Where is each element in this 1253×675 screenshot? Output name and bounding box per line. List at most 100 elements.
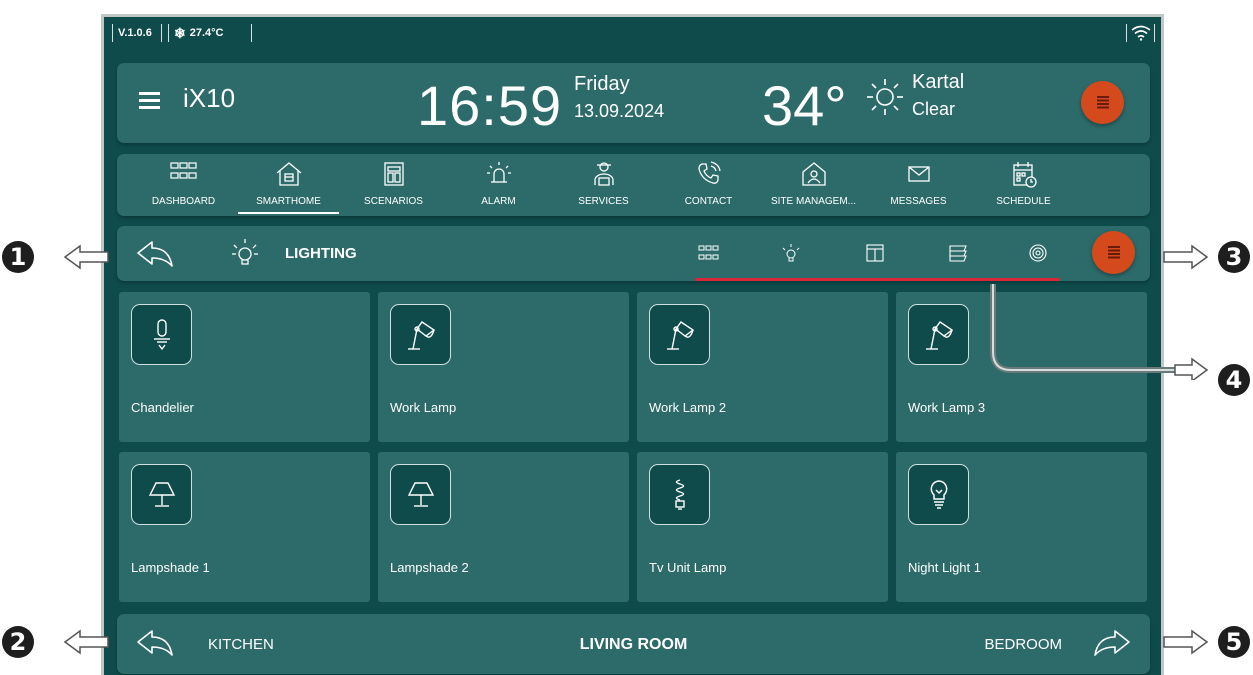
nav-contact[interactable]: CONTACT [656,154,761,216]
tile-icon-box [908,304,969,365]
phone-icon [697,161,721,184]
lighting-filter-icon[interactable] [780,241,802,265]
envelope-icon [907,166,930,182]
nav-services[interactable]: SERVICES [551,154,656,216]
site-management-icon [801,162,826,186]
chandelier-icon [153,318,170,350]
list-icon [1107,246,1120,259]
nav-messages[interactable]: MESSAGES [866,154,971,216]
category-bar: LIGHTING [117,226,1150,281]
desk-lamp-icon [666,320,694,350]
tile-icon-box [649,464,710,525]
device-tile-lampshade-2[interactable]: Lampshade 2 [378,452,629,602]
device-tile-work-lamp[interactable]: Work Lamp [378,292,629,442]
tile-icon-box [390,304,451,365]
weekday: Friday [574,73,630,95]
snowflake-icon: ❄ [174,25,186,41]
category-menu-button[interactable] [1092,231,1135,274]
nav-site-management[interactable]: SITE MANAGEM... [761,154,866,216]
device-tile-tv-unit-lamp[interactable]: Tv Unit Lamp [637,452,888,602]
alarm-icon [486,162,511,183]
scenarios-icon [383,162,404,186]
target-filter-icon[interactable] [1027,242,1049,264]
back-arrow-icon[interactable] [135,238,175,270]
tile-label: Lampshade 2 [390,560,469,575]
indoor-temperature: 27.4°C [189,27,224,39]
status-bar: V.1.0.6 ❄ 27.4°C [104,17,1161,47]
weather-condition: Clear [912,99,956,119]
header-menu-button[interactable] [1081,81,1124,124]
nav-label: SCENARIOS [364,196,423,207]
annotation-marker-2: 2 [2,626,34,658]
grid-filter-icon[interactable] [697,243,721,265]
tile-label: Tv Unit Lamp [649,560,727,575]
services-icon [593,162,614,186]
annotation-connector-4 [990,284,1209,380]
bulb-icon [930,479,947,509]
room-navigation-bar: KITCHEN LIVING ROOM BEDROOM [117,614,1150,674]
nav-label: SERVICES [578,196,629,207]
tile-icon-box [390,464,451,525]
version-label: V.1.0.6 [118,27,152,39]
tile-icon-box [908,464,969,525]
calendar-icon [1012,162,1037,188]
device-tile-night-light-1[interactable]: Night Light 1 [896,452,1147,602]
light-bulb-icon [232,239,258,265]
nav-label: ALARM [481,196,516,207]
annotation-arrow-1 [63,244,109,270]
nav-smarthome[interactable]: SMARTHOME [236,154,341,216]
nav-schedule[interactable]: SCHEDULE [971,154,1076,216]
category-title: LIGHTING [285,245,357,262]
app-title: iX10 [183,83,236,113]
outdoor-temperature: 34° [762,74,847,137]
wifi-icon [1131,25,1151,41]
device-tile-work-lamp-2[interactable]: Work Lamp 2 [637,292,888,442]
lampshade-icon [148,481,175,507]
next-room-arrow-icon[interactable] [1092,627,1132,659]
nav-label: SMARTHOME [256,196,321,207]
annotation-arrow-2 [63,629,109,655]
tile-label: Chandelier [131,400,194,415]
tile-icon-box [131,464,192,525]
desk-lamp-icon [925,320,953,350]
date: 13.09.2024 [574,101,665,121]
hamburger-menu-icon[interactable] [139,92,160,113]
main-navigation: DASHBOARD SMARTHOME SCENARIOS ALARM SERV… [117,154,1150,216]
tile-icon-box [131,304,192,365]
header-panel: iX10 16:59 Friday 13.09.2024 34° Kartal … [117,63,1150,143]
tile-label: Work Lamp 3 [908,400,986,415]
sun-icon [867,79,903,115]
curtain-filter-icon[interactable] [947,242,969,264]
device-tile-lampshade-1[interactable]: Lampshade 1 [119,452,370,602]
nav-label: MESSAGES [890,196,947,207]
nav-label: DASHBOARD [151,196,216,207]
grid-icon [169,162,197,179]
lampshade-icon [407,481,434,507]
nav-label: SCHEDULE [996,196,1051,207]
active-tab-indicator [238,212,339,214]
desk-lamp-icon [407,320,435,350]
tile-label: Night Light 1 [908,560,981,575]
annotation-marker-5: 5 [1218,626,1250,658]
clock-time: 16:59 [417,74,563,137]
weather-city: Kartal [912,71,965,93]
nav-alarm[interactable]: ALARM [446,154,551,216]
tile-label: Work Lamp [390,400,457,415]
annotation-marker-3: 3 [1218,241,1250,273]
tile-icon-box [649,304,710,365]
nav-dashboard[interactable]: DASHBOARD [131,154,236,216]
tile-label: Work Lamp 2 [649,400,727,415]
next-room-label[interactable]: BEDROOM [984,636,1062,653]
nav-scenarios[interactable]: SCENARIOS [341,154,446,216]
nav-label: SITE MANAGEM... [770,196,856,207]
annotation-arrow-3 [1163,244,1209,270]
device-tile-chandelier[interactable]: Chandelier [119,292,370,442]
annotation-marker-1: 1 [2,241,34,273]
tile-label: Lampshade 1 [131,560,210,575]
blinds-filter-icon[interactable] [864,242,886,264]
spiral-bulb-icon [674,478,685,510]
house-icon [276,162,301,186]
nav-label: CONTACT [684,196,733,207]
annotation-arrow-5 [1163,629,1209,655]
annotation-marker-4: 4 [1218,364,1250,396]
